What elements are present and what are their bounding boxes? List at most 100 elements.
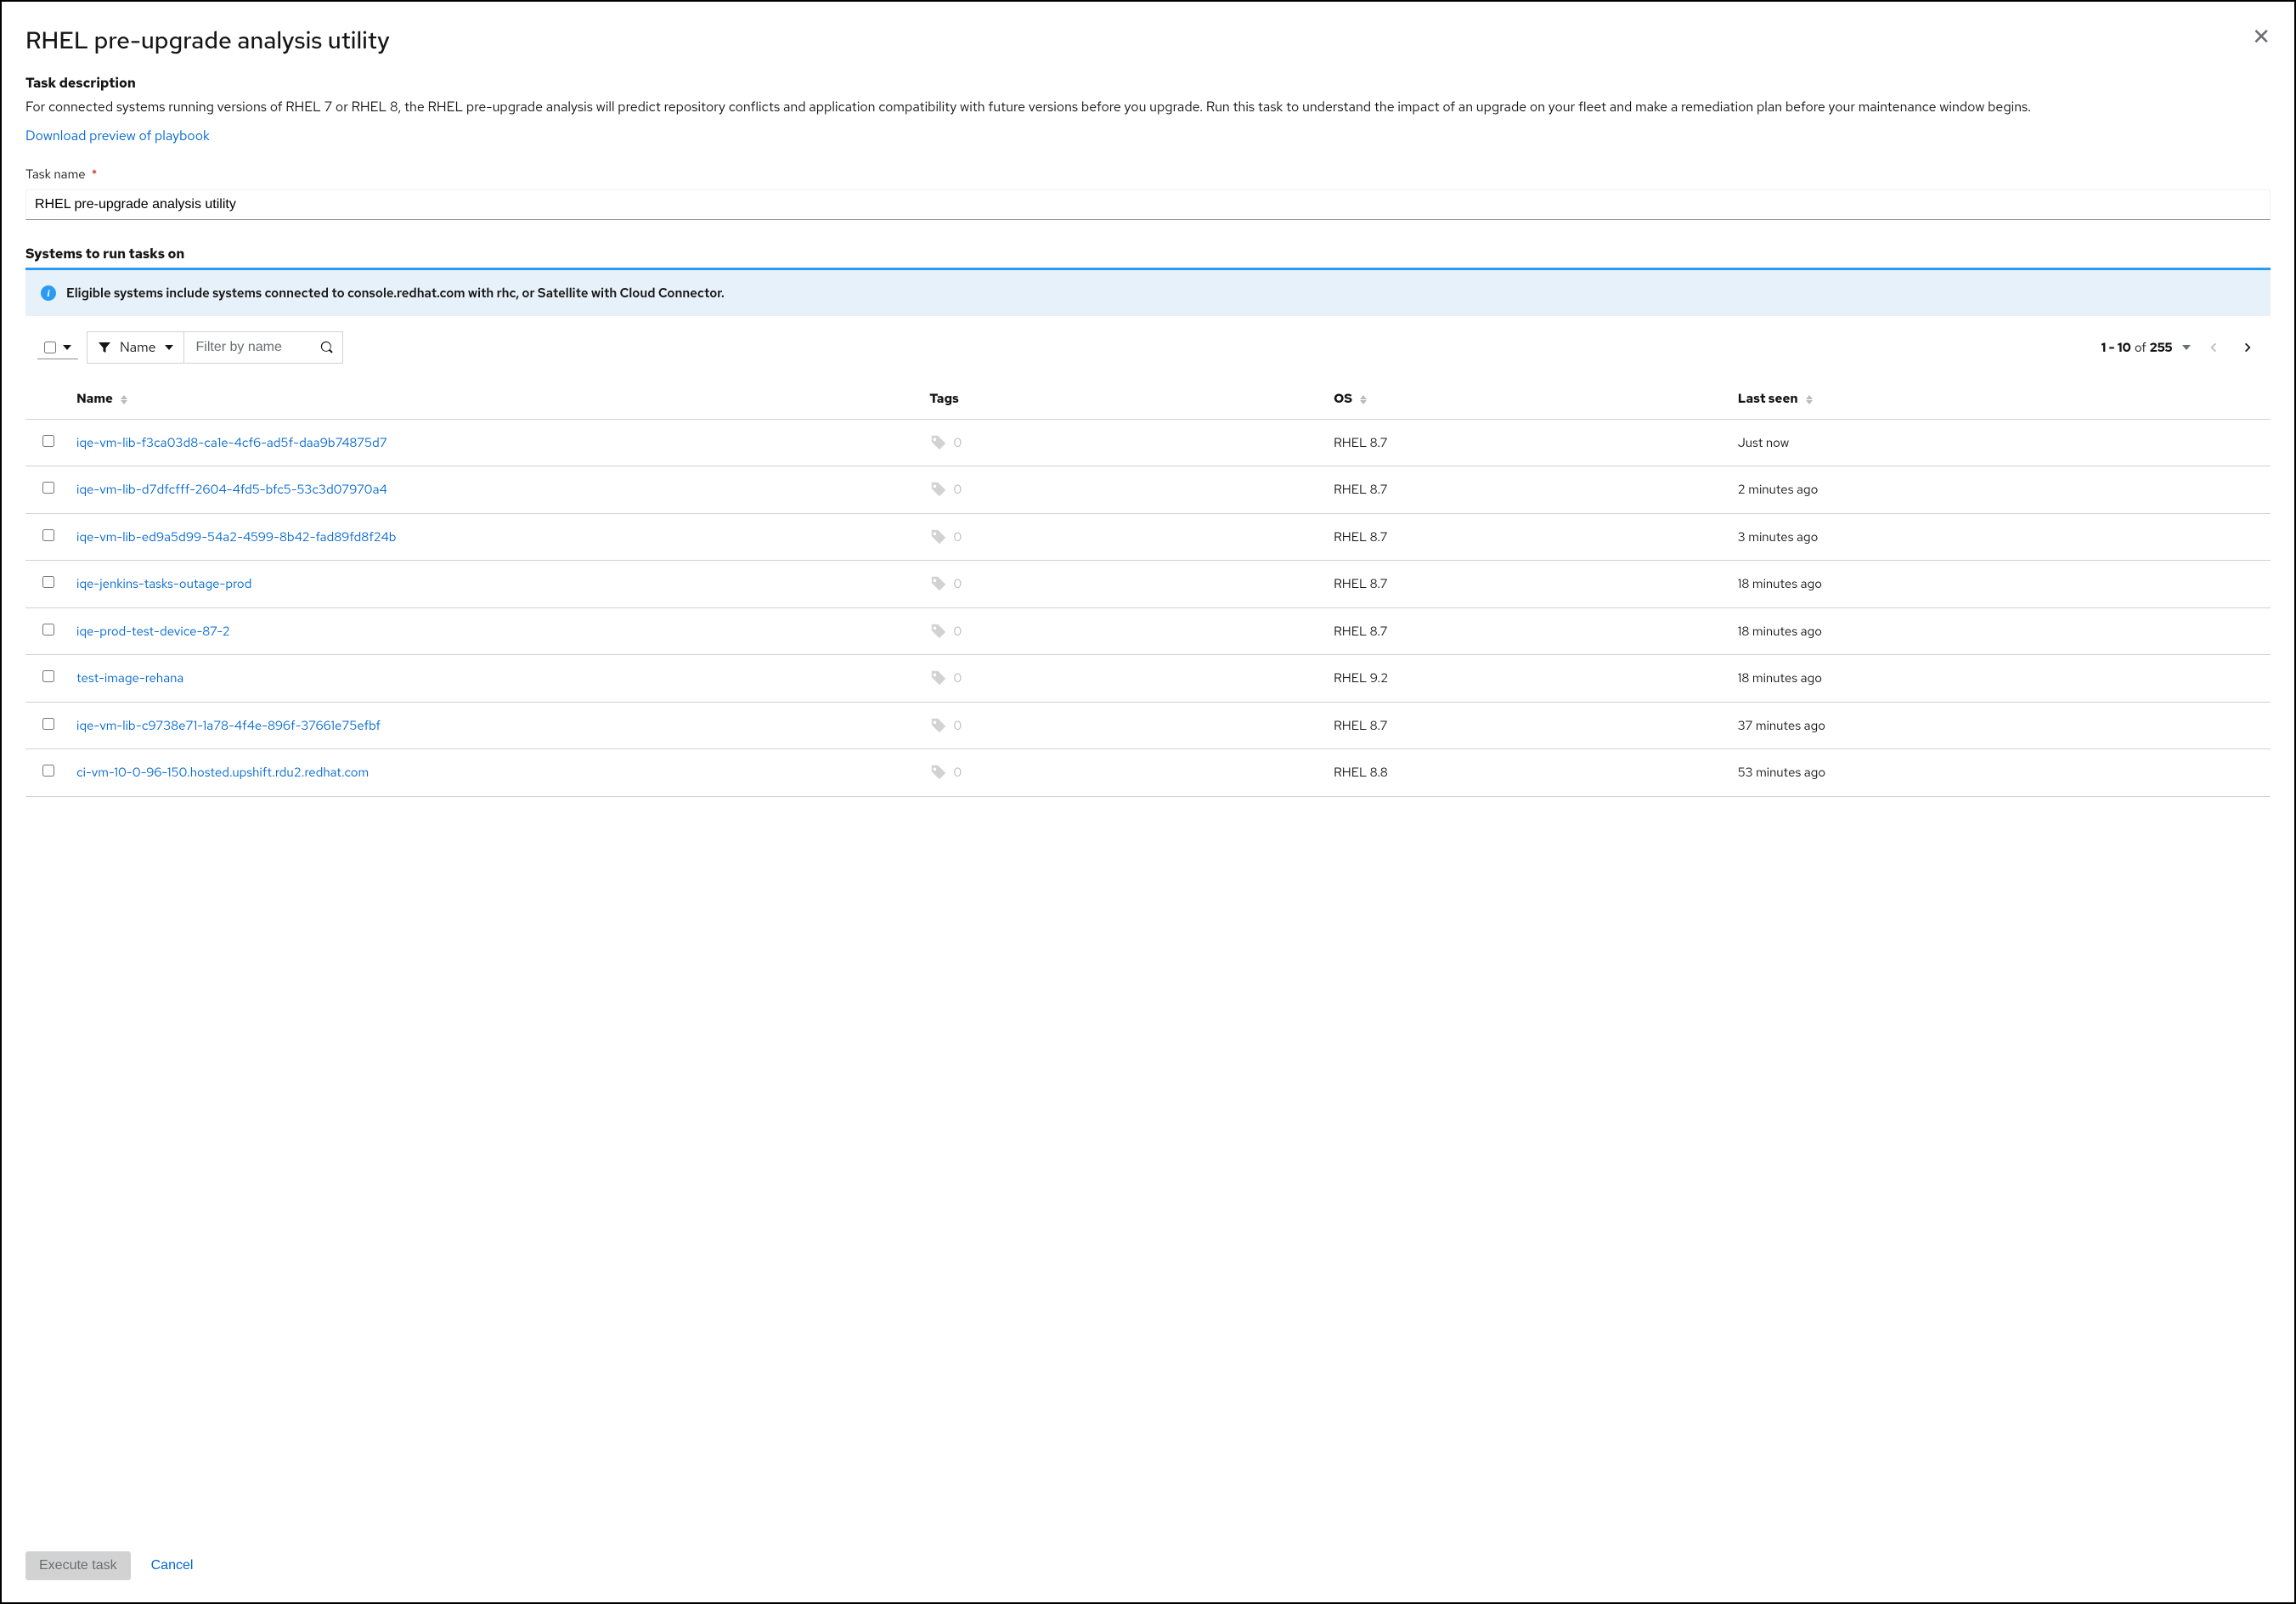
pagination-prev-button[interactable]: [2203, 336, 2225, 359]
table-toolbar: Name 1 - 10: [25, 316, 2271, 379]
tag-count[interactable]: 0: [929, 716, 1306, 736]
filter-by-name-input[interactable]: [193, 335, 320, 360]
tag-count-value: 0: [953, 433, 962, 453]
description-text: For connected systems running versions o…: [25, 97, 2180, 117]
row-checkbox[interactable]: [42, 718, 54, 730]
search-icon[interactable]: [320, 341, 334, 354]
row-checkbox[interactable]: [42, 624, 54, 635]
tag-icon: [929, 574, 948, 593]
os-cell: RHEL 8.7: [1320, 513, 1724, 561]
tag-count[interactable]: 0: [929, 528, 1306, 547]
cancel-button[interactable]: Cancel: [148, 1551, 197, 1580]
row-checkbox[interactable]: [42, 576, 54, 588]
execute-task-button[interactable]: Execute task: [25, 1551, 131, 1580]
last-seen-cell: 2 minutes ago: [1724, 466, 2271, 514]
tag-count-value: 0: [953, 763, 962, 782]
os-cell: RHEL 9.2: [1320, 655, 1724, 703]
row-checkbox[interactable]: [42, 482, 54, 494]
sort-icon: [121, 395, 127, 404]
table-row: iqe-vm-lib-d7dfcfff-2604-4fd5-bfc5-53c3d…: [25, 466, 2271, 514]
table-row: iqe-prod-test-device-87-20RHEL 8.718 min…: [25, 607, 2271, 655]
tag-icon: [929, 433, 948, 452]
modal-title: RHEL pre-upgrade analysis utility: [25, 22, 2271, 58]
os-cell: RHEL 8.7: [1320, 419, 1724, 466]
table-row: iqe-vm-lib-c9738e71-1a78-4f4e-896f-37661…: [25, 702, 2271, 749]
download-playbook-link[interactable]: Download preview of playbook: [25, 127, 210, 144]
tag-icon: [929, 528, 948, 546]
sort-icon: [1806, 395, 1813, 404]
tag-count-value: 0: [953, 669, 962, 688]
last-seen-cell: 18 minutes ago: [1724, 655, 2271, 703]
col-os[interactable]: OS: [1320, 379, 1724, 419]
system-name-link[interactable]: iqe-vm-lib-f3ca03d8-ca1e-4cf6-ad5f-daa9b…: [76, 434, 387, 451]
table-row: iqe-jenkins-tasks-outage-prod 0 RHEL 8.718…: [25, 561, 2271, 608]
alert-text: Eligible systems include systems connect…: [66, 284, 725, 303]
table-row: test-image-rehana 0 RHEL 9.218 minutes ago: [25, 655, 2271, 703]
row-checkbox[interactable]: [42, 670, 54, 682]
systems-heading: Systems to run tasks on: [25, 244, 2271, 270]
task-name-label-text: Task name: [25, 166, 86, 183]
table-row: iqe-vm-lib-f3ca03d8-ca1e-4cf6-ad5f-daa9b…: [25, 419, 2271, 466]
tag-count[interactable]: 0: [929, 480, 1306, 500]
funnel-icon: [98, 341, 111, 354]
system-name-link[interactable]: iqe-jenkins-tasks-outage-prod: [76, 575, 251, 592]
close-icon: ✕: [2252, 24, 2271, 49]
tag-count-value: 0: [953, 528, 962, 547]
pagination: 1 - 10 of 255: [2101, 336, 2259, 359]
tag-count[interactable]: 0: [929, 574, 1306, 594]
tag-icon: [929, 669, 948, 687]
bulk-select-checkbox[interactable]: [44, 342, 56, 353]
system-name-link[interactable]: iqe-vm-lib-ed9a5d99-54a2-4599-8b42-fad89…: [76, 528, 397, 545]
system-name-link[interactable]: ci-vm-10-0-96-150.hosted.upshift.rdu2.re…: [76, 764, 369, 781]
modal-footer: Execute task Cancel: [2, 1536, 2294, 1602]
row-checkbox[interactable]: [42, 765, 54, 777]
tag-icon: [929, 716, 948, 735]
systems-table: Name Tags OS Last seen: [25, 379, 2271, 797]
caret-down-icon: [165, 345, 173, 350]
task-modal: ✕ RHEL pre-upgrade analysis utility Task…: [2, 2, 2294, 1602]
col-name[interactable]: Name: [63, 379, 916, 419]
tag-count[interactable]: 0: [929, 622, 1306, 641]
table-row: iqe-vm-lib-ed9a5d99-54a2-4599-8b42-fad89…: [25, 513, 2271, 561]
col-tags: Tags: [916, 379, 1320, 419]
sort-icon: [1360, 395, 1367, 404]
pagination-next-button[interactable]: [2237, 336, 2259, 359]
chevron-left-icon: [2208, 342, 2220, 353]
tag-count-value: 0: [953, 480, 962, 500]
task-name-group: Task name *: [25, 165, 2271, 220]
system-name-link[interactable]: iqe-prod-test-device-87-2: [76, 623, 230, 640]
tag-count[interactable]: 0: [929, 433, 1306, 453]
pagination-total: 255: [2150, 338, 2173, 358]
pagination-of: of: [2135, 338, 2147, 358]
last-seen-cell: 18 minutes ago: [1724, 561, 2271, 608]
tag-count[interactable]: 0: [929, 669, 1306, 688]
bulk-select-dropdown[interactable]: [37, 336, 78, 359]
last-seen-cell: 3 minutes ago: [1724, 513, 2271, 561]
tag-count-value: 0: [953, 574, 962, 594]
system-name-link[interactable]: test-image-rehana: [76, 669, 183, 686]
task-name-input[interactable]: [25, 189, 2271, 220]
last-seen-cell: 18 minutes ago: [1724, 607, 2271, 655]
caret-down-icon[interactable]: [2182, 345, 2191, 350]
pagination-text: 1 - 10 of 255: [2101, 338, 2192, 358]
last-seen-cell: Just now: [1724, 419, 2271, 466]
os-cell: RHEL 8.7: [1320, 561, 1724, 608]
tag-count-value: 0: [953, 716, 962, 736]
row-checkbox[interactable]: [42, 435, 54, 447]
os-cell: RHEL 8.7: [1320, 702, 1724, 749]
row-checkbox[interactable]: [42, 529, 54, 541]
tag-icon: [929, 480, 948, 499]
pagination-range: 1 - 10: [2101, 338, 2131, 358]
system-name-link[interactable]: iqe-vm-lib-c9738e71-1a78-4f4e-896f-37661…: [76, 717, 381, 734]
system-name-link[interactable]: iqe-vm-lib-d7dfcfff-2604-4fd5-bfc5-53c3d…: [76, 481, 387, 498]
filter-attribute-label: Name: [120, 337, 156, 358]
modal-body: RHEL pre-upgrade analysis utility Task d…: [2, 2, 2294, 1536]
close-button[interactable]: ✕: [2252, 25, 2271, 48]
description-label: Task description: [25, 73, 2271, 93]
os-cell: RHEL 8.7: [1320, 466, 1724, 514]
col-last-seen[interactable]: Last seen: [1724, 379, 2271, 419]
tag-count[interactable]: 0: [929, 763, 1306, 782]
task-name-label: Task name *: [25, 165, 2271, 184]
filter-attribute-dropdown[interactable]: Name: [87, 332, 184, 363]
tag-count-value: 0: [953, 622, 962, 641]
